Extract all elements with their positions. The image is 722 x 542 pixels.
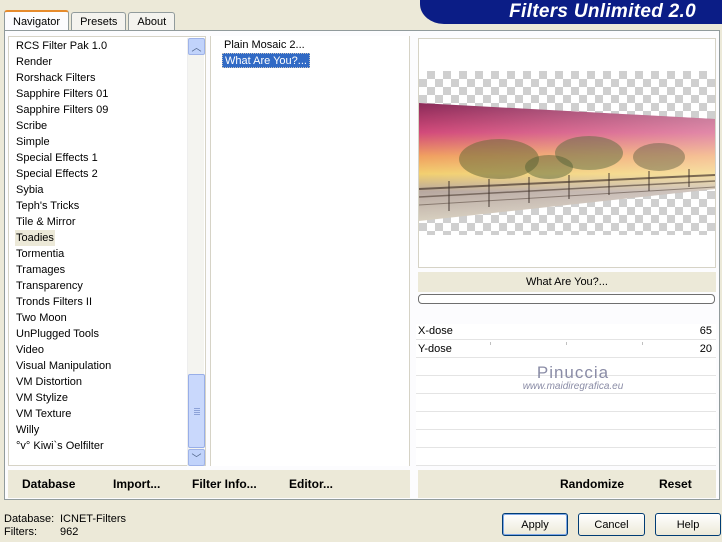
param-row-empty (416, 414, 716, 430)
filter-item-plain-mosaic[interactable]: Plain Mosaic 2... (222, 38, 307, 53)
category-scrollbar[interactable]: ︿ ﹀ (187, 38, 205, 466)
param-row-y-dose[interactable]: Y-dose 20 (416, 342, 716, 358)
category-item[interactable]: Rorshack Filters (15, 70, 96, 86)
preview-image (419, 103, 715, 221)
tab-navigator[interactable]: Navigator (4, 10, 70, 31)
param-row-empty (416, 432, 716, 448)
selected-filter-name: What Are You?... (418, 272, 716, 292)
grip-line (194, 408, 200, 409)
left-link-bar: Database Import... Filter Info... Editor… (8, 470, 410, 498)
category-item[interactable]: Willy (15, 422, 40, 438)
category-item[interactable]: VM Distortion (15, 374, 83, 390)
chevron-up-icon: ︿ (191, 43, 202, 54)
category-item[interactable]: Scribe (15, 118, 48, 134)
grip-line (194, 414, 200, 415)
category-item[interactable]: RCS Filter Pak 1.0 (15, 38, 108, 54)
param-row-x-dose[interactable]: X-dose 65 (416, 324, 716, 340)
editor-link[interactable]: Editor... (289, 477, 333, 491)
category-list[interactable]: RCS Filter Pak 1.0 Render Rorshack Filters… (8, 36, 206, 466)
preview-transparency-grid (419, 71, 715, 235)
filter-list[interactable]: Plain Mosaic 2... What Are You?... (210, 36, 410, 466)
category-item[interactable]: Visual Manipulation (15, 358, 112, 374)
category-item[interactable]: Tronds Filters II (15, 294, 93, 310)
tab-bar: Navigator Presets About (4, 10, 177, 31)
category-item[interactable]: Two Moon (15, 310, 68, 326)
category-item[interactable]: Simple (15, 134, 51, 150)
tab-about[interactable]: About (128, 12, 176, 30)
status-filters-label: Filters: (4, 526, 37, 538)
status-database-label: Database: (4, 513, 55, 525)
randomize-link[interactable]: Randomize (560, 477, 624, 491)
category-item[interactable]: Tormentia (15, 246, 65, 262)
param-row-empty (416, 396, 716, 412)
preview-pane (418, 38, 716, 268)
chevron-down-icon: ﹀ (191, 454, 202, 465)
scroll-up-button[interactable]: ︿ (188, 38, 205, 55)
category-item[interactable]: VM Texture (15, 406, 72, 422)
status-database: Database: ICNET-Filters (4, 513, 126, 525)
parameter-panel: X-dose 65 Y-dose 20 (416, 324, 716, 466)
param-value[interactable]: 65 (700, 325, 712, 337)
param-row-empty (416, 450, 716, 466)
progress-bar (418, 294, 715, 304)
status-database-value: ICNET-Filters (60, 513, 126, 525)
param-row-empty (416, 360, 716, 376)
param-label: Y-dose (418, 343, 452, 355)
category-item[interactable]: Sybia (15, 182, 45, 198)
category-item[interactable]: Special Effects 2 (15, 166, 99, 182)
filter-item-what-are-you[interactable]: What Are You?... (222, 53, 310, 68)
scroll-down-button[interactable]: ﹀ (188, 449, 205, 466)
category-item[interactable]: Sapphire Filters 09 (15, 102, 109, 118)
category-item[interactable]: Sapphire Filters 01 (15, 86, 109, 102)
param-value[interactable]: 20 (700, 343, 712, 355)
app-title-banner: Filters Unlimited 2.0 (420, 0, 722, 24)
slider-tick (490, 342, 491, 345)
category-item[interactable]: UnPlugged Tools (15, 326, 100, 342)
tab-presets[interactable]: Presets (71, 12, 127, 30)
category-item[interactable]: Toadies (15, 230, 55, 246)
right-link-bar: Randomize Reset (418, 470, 716, 498)
scroll-thumb[interactable] (188, 374, 205, 448)
filter-info-link[interactable]: Filter Info... (192, 477, 257, 491)
import-link[interactable]: Import... (113, 477, 160, 491)
help-button[interactable]: Help (655, 513, 721, 536)
param-row-empty (416, 378, 716, 394)
status-filters: Filters: 962 (4, 526, 78, 538)
category-item[interactable]: Tramages (15, 262, 66, 278)
param-label: X-dose (418, 325, 453, 337)
reset-link[interactable]: Reset (659, 477, 692, 491)
cancel-button[interactable]: Cancel (578, 513, 645, 536)
app-title: Filters Unlimited 2.0 (509, 1, 696, 22)
category-item[interactable]: Video (15, 342, 45, 358)
grip-line (194, 410, 200, 411)
slider-tick (566, 342, 567, 345)
category-item[interactable]: VM Stylize (15, 390, 69, 406)
category-item[interactable]: Tile & Mirror (15, 214, 76, 230)
apply-button[interactable]: Apply (502, 513, 568, 536)
category-item[interactable]: Special Effects 1 (15, 150, 99, 166)
category-item[interactable]: °v° Kiwi`s Oelfilter (15, 438, 105, 454)
category-item[interactable]: Render (15, 54, 53, 70)
database-link[interactable]: Database (22, 477, 75, 491)
category-item[interactable]: Teph's Tricks (15, 198, 80, 214)
category-item[interactable]: Transparency (15, 278, 84, 294)
status-filters-value: 962 (60, 526, 79, 538)
slider-tick (642, 342, 643, 345)
grip-line (194, 412, 200, 413)
